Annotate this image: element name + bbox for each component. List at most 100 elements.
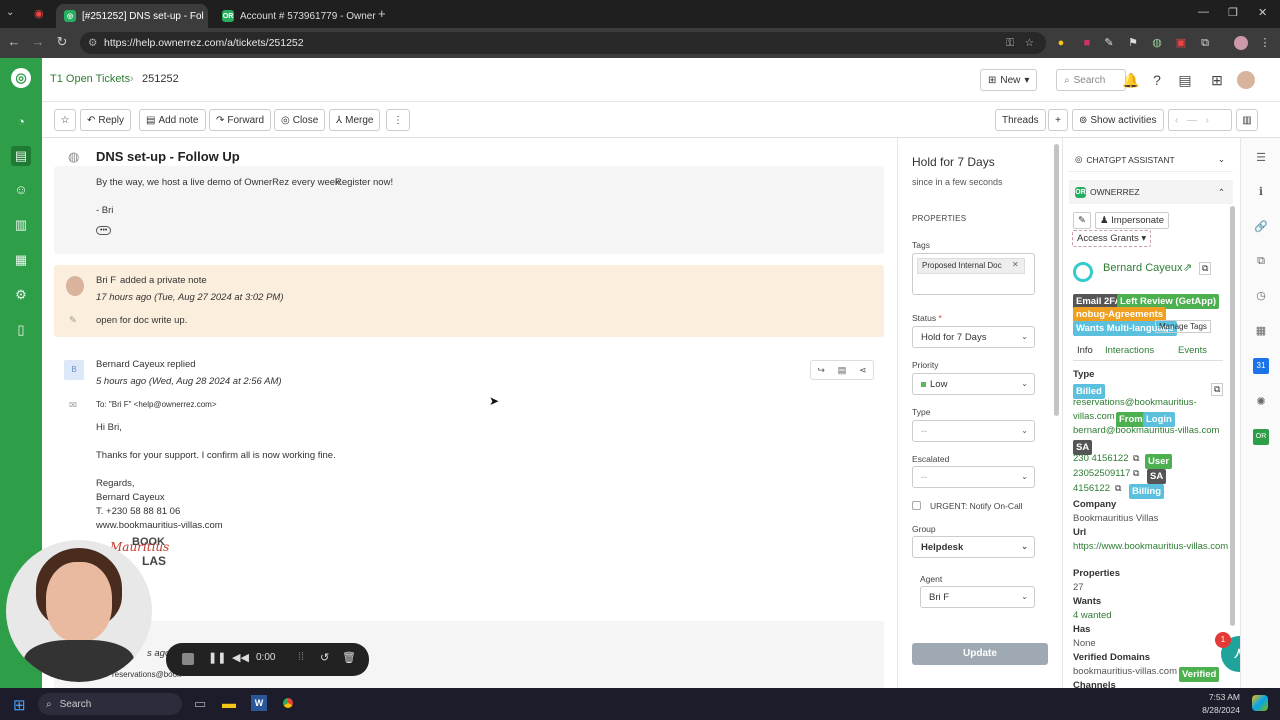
calendar-icon[interactable]: ▦ [1253, 323, 1269, 339]
forward-button[interactable]: ↷ Forward [209, 109, 272, 131]
contacts-icon[interactable]: ☺ [11, 180, 31, 200]
note-author[interactable]: Bri F [96, 275, 116, 286]
url-link[interactable]: https://www.bookmauritius-villas.com [1073, 541, 1228, 552]
new-tab-icon[interactable]: + [378, 6, 386, 21]
contact-name-link[interactable]: Bernard Cayeux [1103, 262, 1183, 274]
clock-time[interactable]: 7:53 AM [1190, 692, 1240, 702]
windows-start-icon[interactable]: ⊞ [13, 696, 26, 714]
threads-button[interactable]: Threads [995, 109, 1046, 131]
hierarchy-icon[interactable]: ⧉ [1253, 253, 1269, 269]
tab-ticket[interactable]: ◎ [#251252] DNS set-up - Fol 🔊 ✕ [56, 4, 208, 28]
help-icon[interactable]: ? [1148, 71, 1166, 89]
status-select[interactable]: Hold for 7 Days ⌄ [912, 326, 1035, 348]
timer-icon[interactable]: ◷ [1253, 288, 1269, 304]
reply-button[interactable]: ↶ Reply [80, 109, 131, 131]
flag-icon[interactable]: ⚑ [1126, 36, 1140, 50]
urgent-checkbox[interactable] [912, 501, 921, 510]
task-view-icon[interactable]: ▭ [194, 696, 206, 712]
word-icon[interactable]: W [251, 695, 267, 711]
new-button[interactable]: ⊞ New ▾ [980, 69, 1038, 91]
drag-handle-icon[interactable]: ⁞⁞ [298, 651, 304, 663]
sliders-icon[interactable]: ☰ [1253, 150, 1269, 166]
breadcrumb-queue[interactable]: T1 Open Tickets [50, 73, 130, 85]
tab-interactions[interactable]: Interactions [1105, 345, 1154, 356]
email-1-cont[interactable]: villas.com [1073, 411, 1115, 422]
expand-quote-icon[interactable]: ••• [96, 226, 112, 235]
mobile-icon[interactable]: ▯ [11, 320, 31, 340]
tab-info[interactable]: Info [1077, 345, 1093, 356]
type-select[interactable]: -- ⌄ [912, 420, 1035, 442]
file-explorer-icon[interactable]: ▬ [222, 695, 236, 711]
chrome-icon[interactable] [280, 695, 296, 711]
panel-scrollbar[interactable] [1230, 206, 1235, 626]
trash-icon[interactable]: 🗑 [342, 651, 356, 664]
agent-select[interactable]: Bri F ⌄ [920, 586, 1035, 608]
copilot-icon[interactable] [1252, 695, 1268, 711]
back-icon[interactable]: ← [2, 34, 26, 49]
edit-pencil-icon[interactable]: ✎ [1073, 212, 1091, 229]
tab-account[interactable]: OR Account # 573961779 - Owner ✕ [214, 4, 376, 28]
share-message-icon[interactable]: ⋖ [859, 365, 867, 376]
notifications-bell-icon[interactable]: 🔔 [1122, 71, 1140, 89]
merge-button[interactable]: ⅄ Merge [329, 109, 381, 131]
extension-icon[interactable]: ✎ [1102, 36, 1116, 50]
url-input[interactable]: ⚙ https://help.ownerrez.com/a/tickets/25… [80, 32, 1046, 54]
copy-icon[interactable]: ⧉ [1115, 483, 1121, 494]
settings-icon[interactable]: ⚙ [11, 285, 31, 305]
chatgpt-section-header[interactable]: ◎ CHATGPT ASSISTANT ⌄ [1069, 148, 1233, 172]
tags-input[interactable]: Proposed Internal Doc ✕ [912, 253, 1035, 295]
search-input[interactable]: ⌕ Search [1056, 69, 1126, 91]
copy-icon[interactable]: ⧉ [1133, 468, 1139, 479]
pause-icon[interactable]: ❚❚ [208, 651, 226, 664]
forward-message-icon[interactable]: ↪ [817, 365, 825, 376]
stop-record-icon[interactable] [182, 653, 194, 665]
google-calendar-icon[interactable]: 31 [1253, 358, 1269, 374]
bookmark-star-icon[interactable]: ☆ [1025, 37, 1034, 49]
group-select[interactable]: Helpdesk ⌄ [912, 536, 1035, 558]
copy-icon[interactable]: ⧉ [1199, 262, 1212, 275]
info-icon[interactable]: ℹ [1253, 184, 1269, 200]
reload-icon[interactable]: ↻ [50, 34, 74, 50]
more-button[interactable]: ⋮ [386, 109, 410, 131]
reports-icon[interactable]: ▦ [11, 250, 31, 270]
extension-icon[interactable]: ■ [1080, 36, 1094, 50]
record-icon[interactable]: ◉ [34, 7, 44, 20]
rewind-icon[interactable]: ◀◀ [232, 651, 249, 664]
properties-scrollbar[interactable] [1054, 144, 1059, 416]
minimize-icon[interactable]: — [1198, 6, 1209, 18]
site-info-icon[interactable]: ⚙ [88, 37, 97, 49]
extensions-puzzle-icon[interactable]: ⧉ [1198, 36, 1212, 50]
close-ticket-button[interactable]: ◎ Close [274, 109, 326, 131]
escalated-select[interactable]: -- ⌄ [912, 466, 1035, 488]
toggle-panel-button[interactable]: ▥ [1236, 109, 1258, 131]
reply-author[interactable]: Bernard Cayeux [96, 359, 165, 370]
agent-avatar[interactable] [1237, 71, 1255, 89]
external-link-icon[interactable]: ⇗ [1183, 261, 1192, 274]
phone-1[interactable]: 230 4156122 [1073, 453, 1128, 464]
profile-avatar[interactable] [1234, 36, 1248, 50]
tab-events[interactable]: Events [1178, 345, 1207, 356]
email-1[interactable]: reservations@bookmauritius- [1073, 397, 1197, 408]
email-2[interactable]: bernard@bookmauritius-villas.com [1073, 425, 1219, 436]
register-link[interactable]: Register now! [335, 177, 393, 188]
impersonate-button[interactable]: ♟ Impersonate [1095, 212, 1169, 229]
website-link[interactable]: www.bookmauritius-villas.com [96, 520, 223, 531]
star-button[interactable]: ☆ [54, 109, 76, 131]
openai-icon[interactable]: ✺ [1253, 394, 1269, 410]
pagination-buttons[interactable]: ‹ — › [1168, 109, 1232, 131]
taskbar-search[interactable]: ⌕ Search [38, 693, 182, 715]
remove-tag-icon[interactable]: ✕ [1012, 260, 1019, 269]
tab-search-icon[interactable]: ⌄ [6, 7, 14, 18]
priority-select[interactable]: Low ⌄ [912, 373, 1035, 395]
key-icon[interactable]: ⚿ [1006, 37, 1014, 50]
browser-menu-icon[interactable]: ⋮ [1258, 36, 1272, 50]
restart-icon[interactable]: ↺ [320, 651, 329, 664]
phone-3[interactable]: 4156122 [1073, 483, 1110, 494]
close-window-icon[interactable]: ✕ [1258, 6, 1267, 19]
ownerrez-logo-icon[interactable]: ◎ [11, 68, 31, 88]
link-icon[interactable]: 🔗 [1253, 219, 1269, 235]
copy-icon[interactable]: ⧉ [1211, 383, 1224, 396]
apps-grid-icon[interactable]: ⊞ [1208, 71, 1226, 89]
ownerrez-app-icon[interactable]: OR [1253, 429, 1269, 445]
dashboard-icon[interactable]: ◔ [11, 112, 31, 132]
